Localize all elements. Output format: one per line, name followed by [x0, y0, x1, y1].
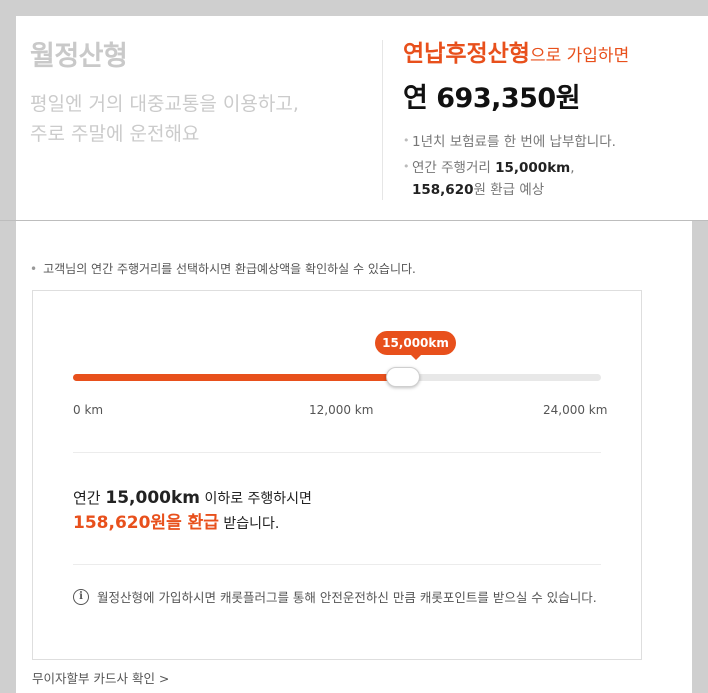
mileage-slider-thumb[interactable] [386, 367, 420, 387]
offer-plan-name: 연납후정산형 [403, 41, 530, 67]
vertical-divider [382, 40, 383, 200]
offer-bullet-2: 연간 주행거리 15,000km, 158,620원 환급 예상 [403, 156, 708, 201]
result-tail: 받습니다. [218, 516, 280, 532]
offer-suffix: 으로 가입하면 [529, 46, 630, 66]
calc-divider-top [73, 452, 601, 453]
tick-label-max: 24,000 km [543, 403, 608, 417]
bullet2-km: 15,000km [495, 160, 571, 176]
result-km: 15,000km [105, 488, 200, 508]
plan-desc-line2: 주로 주말에 운전해요 [30, 123, 200, 145]
mileage-notice: 고객님의 연간 주행거리를 선택하시면 환급예상액을 확인하실 수 있습니다. [30, 260, 416, 277]
installment-card-link[interactable]: 무이자할부 카드사 확인 > [32, 668, 169, 687]
mileage-slider-fill [73, 374, 403, 381]
offer-price: 연 693,350원 [403, 83, 581, 114]
result-amount: 158,620원을 환급 [73, 513, 219, 533]
offer-headline: 연납후정산형으로 가입하면 [403, 34, 708, 68]
section-divider [0, 220, 708, 221]
bullet2-tail: 원 환급 예상 [473, 182, 545, 198]
offer-panel: 연납후정산형으로 가입하면 연 693,350원 1년치 보험료를 한 번에 납… [403, 34, 708, 205]
info-notice: i 월정산형에 가입하시면 캐롯플러그를 통해 안전운전하신 만큼 캐롯포인트를… [73, 587, 608, 608]
calc-divider-bottom [73, 564, 601, 565]
current-plan-panel: 월정산형 평일엔 거의 대중교통을 이용하고, 주로 주말에 운전해요 [30, 34, 350, 149]
bullet2-prefix: 연간 주행거리 [412, 160, 496, 176]
result-line2: 158,620원을 환급 받습니다. [73, 511, 312, 536]
bullet2-amount: 158,620 [412, 182, 474, 198]
info-icon: i [73, 589, 89, 605]
tick-label-min: 0 km [73, 403, 104, 417]
plan-desc-line1: 평일엔 거의 대중교통을 이용하고, [30, 93, 299, 115]
bullet2-comma: , [570, 160, 575, 176]
mileage-slider-track[interactable] [73, 367, 601, 387]
result-prefix: 연간 [73, 489, 106, 507]
plan-description: 평일엔 거의 대중교통을 이용하고, 주로 주말에 운전해요 [30, 89, 350, 149]
slider-value-tooltip: 15,000km [375, 331, 456, 360]
offer-bullets: 1년치 보험료를 한 번에 납부합니다. 연간 주행거리 15,000km, 1… [403, 130, 708, 201]
offer-bullet-1: 1년치 보험료를 한 번에 납부합니다. [403, 130, 708, 153]
result-mid: 이하로 주행하시면 [200, 491, 312, 507]
plan-title: 월정산형 [30, 41, 128, 72]
refund-result: 연간 15,000km 이하로 주행하시면 158,620원을 환급 받습니다. [73, 486, 312, 536]
refund-calculator: 15,000km 0 km 12,000 km 24,000 km 연간 15,… [32, 290, 642, 660]
tick-label-mid: 12,000 km [309, 403, 374, 417]
info-text: 월정산형에 가입하시면 캐롯플러그를 통해 안전운전하신 만큼 캐롯포인트를 받… [97, 590, 597, 605]
result-line1: 연간 15,000km 이하로 주행하시면 [73, 486, 312, 511]
